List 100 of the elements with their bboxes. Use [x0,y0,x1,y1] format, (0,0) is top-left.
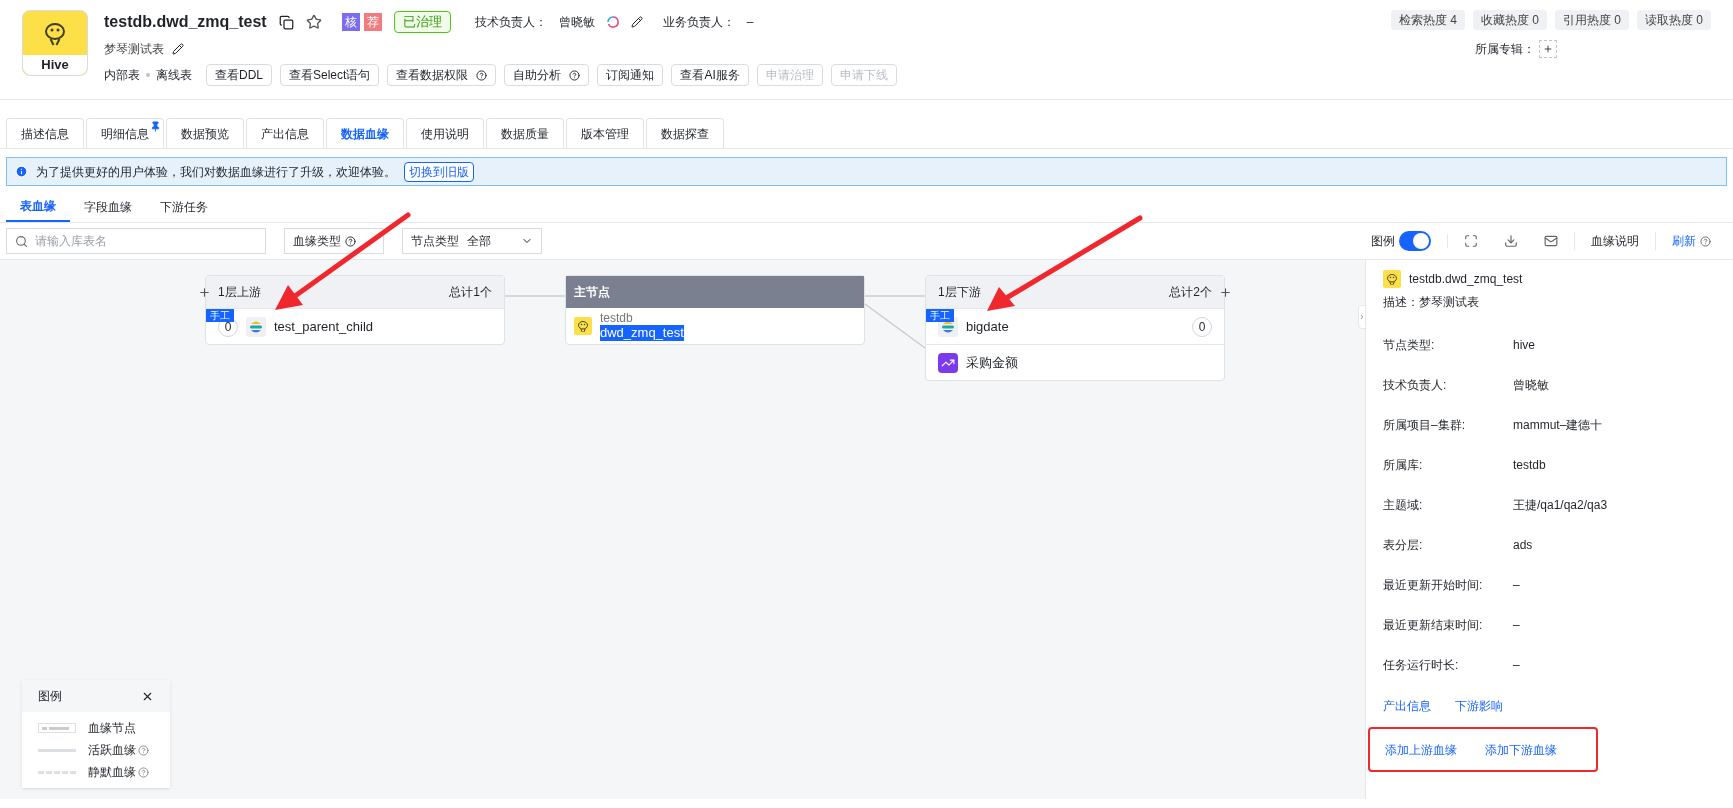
legend-switch[interactable] [1399,231,1431,251]
layer-title: 1层上游 [218,284,261,301]
detail-tab[interactable]: 版本管理 [566,118,644,148]
stat-chip: 读取热度 0 [1637,10,1711,30]
detail-tab[interactable]: 数据血缘 [326,118,404,148]
mark-badge: 荐 [363,13,382,31]
download-icon[interactable] [1504,234,1518,248]
lineage-type-select[interactable]: 血缘类型 [284,228,384,254]
node-name: dwd_zmq_test [600,325,684,341]
hive-logo: Hive [22,10,88,76]
solid-line-swatch [38,748,76,752]
stat-chip: 收藏热度 0 [1472,10,1547,30]
search-field[interactable]: 请输入库表名 [6,228,266,254]
field-value: ads [1513,537,1533,554]
owner-label: 业务负责人： [662,14,735,31]
owner-label: 技术负责人： [474,14,547,31]
action-button[interactable]: 查看数据权限 [387,64,497,86]
select-label: 节点类型 [411,233,459,250]
edit-icon[interactable] [630,16,643,28]
dot-separator [146,73,150,77]
field-value: hive [1513,337,1535,354]
panel-link[interactable]: 下游影响 [1455,697,1503,715]
detail-tab[interactable]: 描述信息 [6,118,84,148]
owner-name: 曾晓敏 [558,14,595,31]
field-value: – [1513,657,1520,674]
node-name[interactable]: 采购金额 [966,352,1018,373]
edit-icon[interactable] [172,43,184,55]
database-icon [246,316,266,337]
node-type-select[interactable]: 节点类型 全部 [402,228,542,254]
table-title: testdb.dwd_zmq_test [104,12,267,32]
field-label: 任务运行时长: [1383,657,1460,674]
node-db: testdb [600,311,634,325]
expand-plus-icon[interactable] [198,286,211,299]
collapse-handle[interactable] [1358,305,1366,329]
action-button[interactable]: 自助分析 [504,64,590,86]
action-button[interactable]: 查看AI服务 [671,64,749,86]
node-swatch [38,723,76,733]
node-name[interactable]: test_parent_child [274,316,373,337]
help-icon [345,235,356,247]
chevron-icon [1359,313,1365,321]
detail-tab[interactable]: 使用说明 [406,118,484,148]
lineage-tab[interactable]: 表血缘 [6,192,70,222]
refresh-button[interactable]: 刷新 [1655,232,1727,250]
action-button[interactable]: 查看DDL [206,64,272,86]
owner-name: – [746,14,754,31]
action-button[interactable]: 订阅通知 [597,64,664,86]
field-value: – [1513,577,1520,594]
copy-icon[interactable] [278,14,294,30]
status-tag: 已治理 [393,11,451,33]
action-button[interactable]: 查看Select语句 [280,64,380,86]
manual-tag: 手工 [926,309,954,322]
layer-title: 1层下游 [938,284,981,301]
lineage-explain-button[interactable]: 血缘说明 [1574,232,1655,250]
refresh-icon[interactable] [606,16,619,28]
legend-title: 图例 [38,688,62,705]
field-value: – [1513,617,1520,634]
mark-badge: 核 [341,13,360,31]
field-value: 曾晓敏 [1513,377,1549,394]
expand-plus-icon[interactable] [1219,286,1232,299]
lineage-tab[interactable]: 字段血缘 [70,192,146,222]
field-label: 节点类型: [1383,337,1436,354]
field-label: 所属项目–集群: [1383,417,1466,434]
notice-text: 为了提供更好的用户体验，我们对数据血缘进行了升级，欢迎体验。 [36,163,396,181]
main-node-title: 主节点 [566,276,864,308]
main-node[interactable]: 主节点 testdb dwd_zmq_test [565,275,865,345]
detail-tab[interactable]: 数据质量 [486,118,564,148]
lineage-edge [864,295,926,297]
help-icon [1700,235,1711,247]
help-icon [569,69,581,81]
help-icon [476,69,488,81]
bee-icon [574,317,592,335]
switch-version-button[interactable]: 切换到旧版 [404,161,474,182]
plus-icon [1543,44,1553,54]
detail-tab[interactable]: 产出信息 [246,118,324,148]
trend-chart-icon [938,352,958,373]
stat-chip: 检索热度 4 [1390,10,1465,30]
panel-link[interactable]: 产出信息 [1383,697,1431,715]
layer-total: 总计1个 [449,284,492,301]
detail-tab[interactable]: 明细信息 [86,118,164,148]
legend-label: 血缘节点 [88,720,136,737]
table-description: 梦琴测试表 [104,41,164,58]
panel-link[interactable]: 添加下游血缘 [1485,740,1557,759]
node-name[interactable]: bigdate [966,316,1009,337]
select-value: 全部 [467,233,491,250]
fullscreen-icon[interactable] [1464,234,1478,248]
star-icon[interactable] [305,14,322,30]
panel-link[interactable]: 添加上游血缘 [1385,740,1457,759]
field-label: 主题域: [1383,497,1424,514]
detail-tab[interactable]: 数据预览 [166,118,244,148]
detail-tab[interactable]: 数据探查 [646,118,724,148]
help-icon [138,744,149,756]
legend-label: 活跃血缘 [88,742,136,759]
album-label: 所属专辑： [1475,41,1535,58]
info-icon [15,165,28,178]
legend-label: 静默血缘 [88,764,136,781]
table-tag: 离线表 [156,66,192,84]
lineage-tab[interactable]: 下游任务 [146,192,222,222]
dashed-line-swatch [38,770,76,774]
mail-icon[interactable] [1544,234,1558,248]
bee-icon [1383,270,1401,288]
